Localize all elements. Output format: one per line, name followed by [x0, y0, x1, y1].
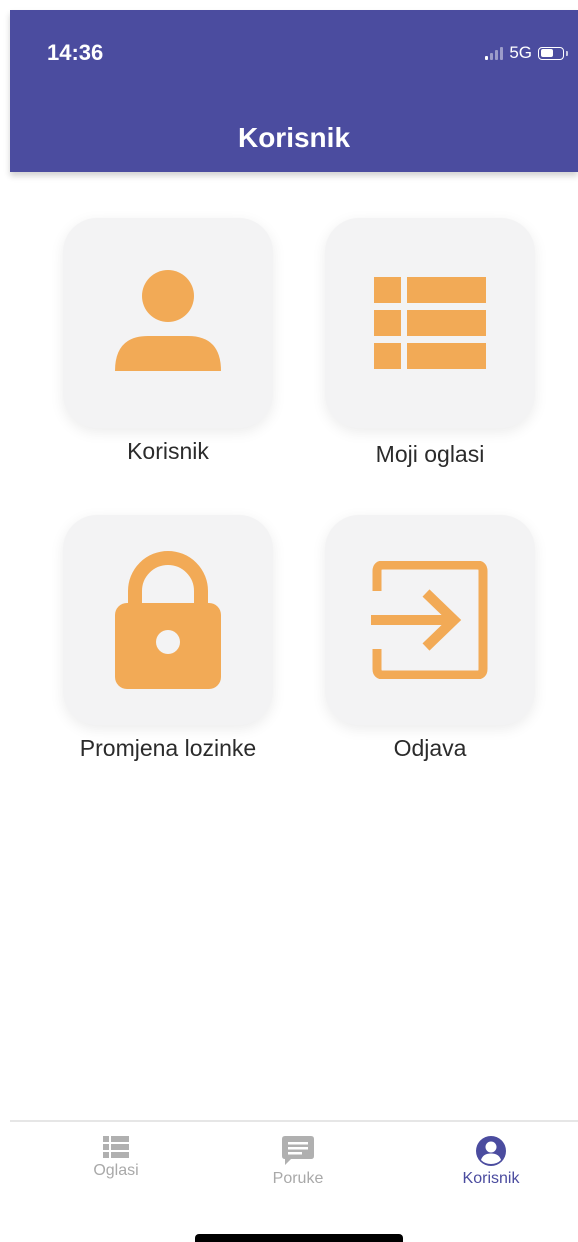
list-icon — [103, 1136, 129, 1158]
home-indicator — [195, 1234, 403, 1242]
tab-bar: Oglasi Poruke Korisnik — [10, 1120, 578, 1212]
tab-poruke-label: Poruke — [272, 1170, 324, 1187]
page-title: Korisnik — [237, 122, 351, 153]
tab-oglasi[interactable]: Oglasi — [46, 1122, 186, 1202]
logout-tile[interactable] — [325, 515, 535, 725]
user-profile-label: Korisnik — [127, 438, 209, 464]
lock-icon — [115, 551, 221, 689]
battery-icon — [538, 46, 568, 60]
signal-icon — [485, 46, 504, 60]
user-icon — [115, 270, 221, 371]
message-icon — [282, 1136, 314, 1165]
battery-fill — [540, 49, 554, 57]
user-profile-tile[interactable] — [63, 218, 273, 428]
user-circle-icon — [476, 1136, 506, 1166]
tab-korisnik-label: Korisnik — [462, 1170, 520, 1187]
header-bar: 14:36 5G Korisnik — [10, 10, 578, 172]
change-password-label: Promjena lozinke — [79, 735, 257, 761]
logout-label: Odjava — [393, 735, 467, 761]
network-label: 5G — [509, 43, 532, 62]
tab-korisnik[interactable]: Korisnik — [421, 1122, 561, 1202]
status-indicators: 5G — [485, 43, 568, 63]
list-icon — [374, 277, 486, 369]
tab-oglasi-label: Oglasi — [93, 1162, 139, 1179]
my-ads-tile[interactable] — [325, 218, 535, 428]
my-ads-label: Moji oglasi — [375, 441, 485, 467]
logout-icon — [371, 561, 488, 679]
tab-poruke[interactable]: Poruke — [228, 1122, 368, 1202]
status-time: 14:36 — [47, 40, 104, 65]
change-password-tile[interactable] — [63, 515, 273, 725]
